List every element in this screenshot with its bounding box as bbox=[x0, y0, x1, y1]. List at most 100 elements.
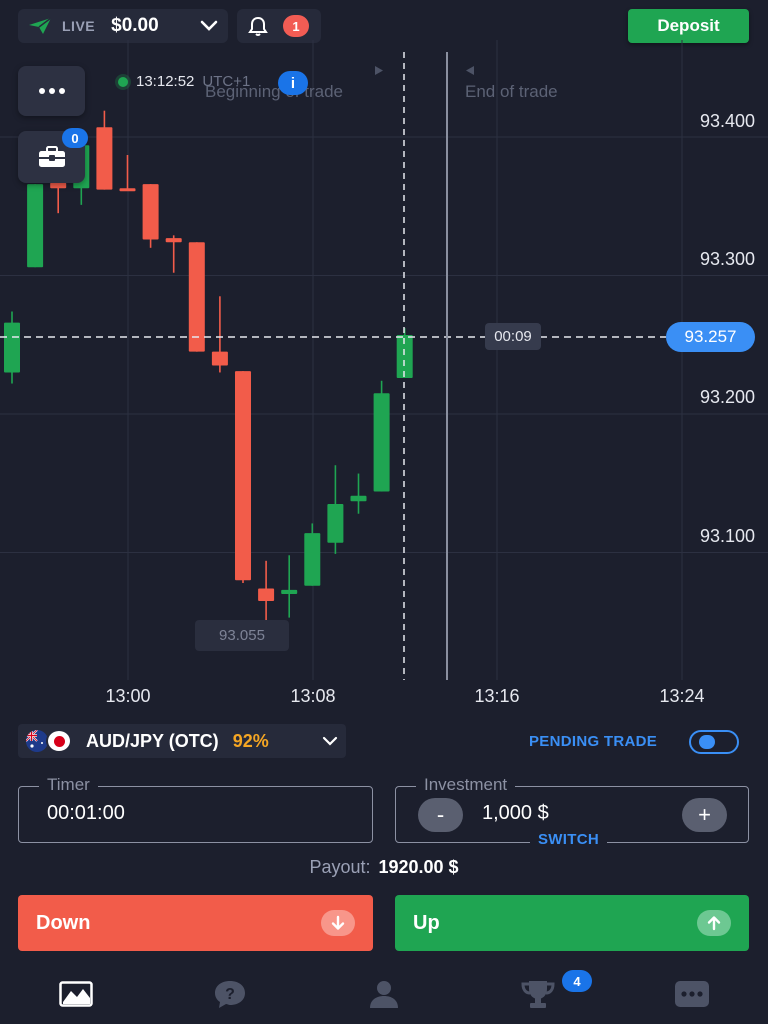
svg-text:?: ? bbox=[225, 986, 235, 1003]
payout-value: 1920.00 $ bbox=[378, 857, 459, 877]
chevron-down-icon bbox=[200, 20, 218, 31]
asset-payout-percent: 92% bbox=[232, 730, 269, 751]
help-icon: ? bbox=[215, 981, 245, 1008]
down-button[interactable]: Down bbox=[18, 895, 373, 951]
candle-body bbox=[373, 393, 390, 492]
candle bbox=[119, 155, 136, 192]
investment-label: Investment bbox=[416, 775, 516, 795]
candle bbox=[4, 311, 20, 384]
time-tick: 13:24 bbox=[659, 686, 705, 706]
profile-icon bbox=[370, 981, 398, 1008]
pending-trade-toggle[interactable] bbox=[689, 730, 739, 754]
candle bbox=[142, 184, 159, 248]
candle bbox=[350, 473, 367, 514]
candle bbox=[327, 465, 344, 554]
pending-trade-label: PENDING TRADE bbox=[529, 733, 658, 750]
candle-body bbox=[27, 184, 44, 268]
candle-body bbox=[142, 184, 159, 240]
chevron-down-icon bbox=[322, 736, 338, 746]
candle-body bbox=[4, 322, 20, 373]
bell-icon bbox=[248, 16, 268, 36]
time-tick: 13:00 bbox=[105, 686, 151, 706]
price-tick: 93.100 bbox=[699, 526, 755, 546]
candle bbox=[165, 235, 182, 273]
candle bbox=[304, 523, 321, 586]
candle-body bbox=[327, 504, 344, 543]
open-trades-badge: 0 bbox=[62, 128, 88, 148]
more-icon bbox=[675, 981, 709, 1007]
switch-currency-button[interactable]: SWITCH bbox=[530, 831, 607, 848]
chart-grid bbox=[0, 40, 768, 680]
candle-body bbox=[350, 495, 367, 502]
info-icon[interactable]: i bbox=[278, 71, 308, 95]
arrow-up-icon bbox=[697, 910, 731, 936]
down-label: Down bbox=[36, 911, 91, 934]
deposit-button[interactable]: Deposit bbox=[628, 9, 749, 43]
asset-name: AUD/JPY (OTC) bbox=[86, 730, 219, 751]
more-dots-icon bbox=[38, 88, 65, 94]
decrease-investment-button[interactable]: - bbox=[418, 798, 463, 832]
increase-investment-button[interactable]: + bbox=[682, 798, 727, 832]
current-price-badge: 93.257 bbox=[666, 322, 755, 352]
trophy-icon bbox=[521, 981, 555, 1008]
notifications-button[interactable]: 1 bbox=[237, 9, 321, 43]
timezone-label: UTC+1 bbox=[202, 73, 251, 90]
server-time-value: 13:12:52 bbox=[136, 73, 195, 90]
nav-tournaments[interactable] bbox=[518, 978, 558, 1010]
currency-flags bbox=[26, 729, 78, 753]
candle bbox=[373, 380, 390, 492]
nav-profile[interactable] bbox=[364, 978, 404, 1010]
candle-body bbox=[119, 188, 136, 192]
candle-body bbox=[50, 182, 67, 189]
candle bbox=[211, 296, 228, 373]
time-tick: 13:16 bbox=[474, 686, 520, 706]
low-price-label: 93.055 bbox=[195, 620, 289, 651]
online-dot-icon bbox=[118, 76, 128, 87]
paper-plane-icon bbox=[29, 17, 52, 34]
price-chart[interactable] bbox=[0, 40, 768, 710]
end-arrow-icon bbox=[466, 66, 474, 75]
candle-body bbox=[165, 238, 182, 243]
candle bbox=[188, 242, 205, 352]
candle-body bbox=[235, 371, 251, 581]
investment-value[interactable]: 1,000 $ bbox=[482, 802, 549, 825]
payout-row: Payout: 1920.00 $ bbox=[0, 857, 768, 878]
candle-body bbox=[258, 588, 275, 601]
nav-more[interactable] bbox=[672, 978, 712, 1010]
payout-label: Payout: bbox=[309, 857, 371, 877]
candle bbox=[96, 110, 113, 190]
nav-help[interactable]: ? bbox=[210, 978, 250, 1010]
candle bbox=[27, 184, 44, 268]
timer-field[interactable]: Timer 00:01:00 bbox=[18, 775, 373, 843]
candle-body bbox=[304, 533, 321, 586]
candle-body bbox=[96, 127, 113, 190]
up-button[interactable]: Up bbox=[395, 895, 749, 951]
tournaments-badge: 4 bbox=[562, 970, 592, 992]
chart-menu-button[interactable] bbox=[18, 66, 85, 116]
price-tick: 93.200 bbox=[699, 387, 755, 407]
australia-flag-icon bbox=[26, 730, 48, 752]
arrow-down-icon bbox=[321, 910, 355, 936]
timer-label: Timer bbox=[39, 775, 98, 795]
time-tick: 13:08 bbox=[290, 686, 336, 706]
candle bbox=[281, 555, 298, 618]
price-tick: 93.300 bbox=[699, 249, 755, 269]
up-label: Up bbox=[413, 911, 440, 934]
bottom-navigation: ? bbox=[0, 960, 768, 1024]
countdown-timer: 00:09 bbox=[485, 323, 541, 350]
investment-field[interactable]: Investment - 1,000 $ + SWITCH bbox=[395, 775, 749, 848]
balance-value: $0.00 bbox=[111, 15, 159, 36]
candle-body bbox=[211, 351, 228, 366]
server-time: 13:12:52 UTC+1 bbox=[118, 73, 250, 90]
nav-chart[interactable] bbox=[56, 978, 96, 1010]
timer-value[interactable]: 00:01:00 bbox=[47, 802, 125, 825]
chart-icon bbox=[59, 981, 93, 1007]
account-selector[interactable]: LIVE $0.00 bbox=[18, 9, 228, 43]
beginning-arrow-icon bbox=[375, 66, 383, 75]
candles bbox=[4, 110, 413, 622]
briefcase-icon bbox=[38, 146, 65, 167]
end-of-trade-label: End of trade bbox=[465, 82, 558, 101]
candle-body bbox=[281, 589, 298, 595]
asset-selector[interactable]: AUD/JPY (OTC) 92% bbox=[18, 724, 346, 758]
notification-badge: 1 bbox=[283, 15, 309, 37]
